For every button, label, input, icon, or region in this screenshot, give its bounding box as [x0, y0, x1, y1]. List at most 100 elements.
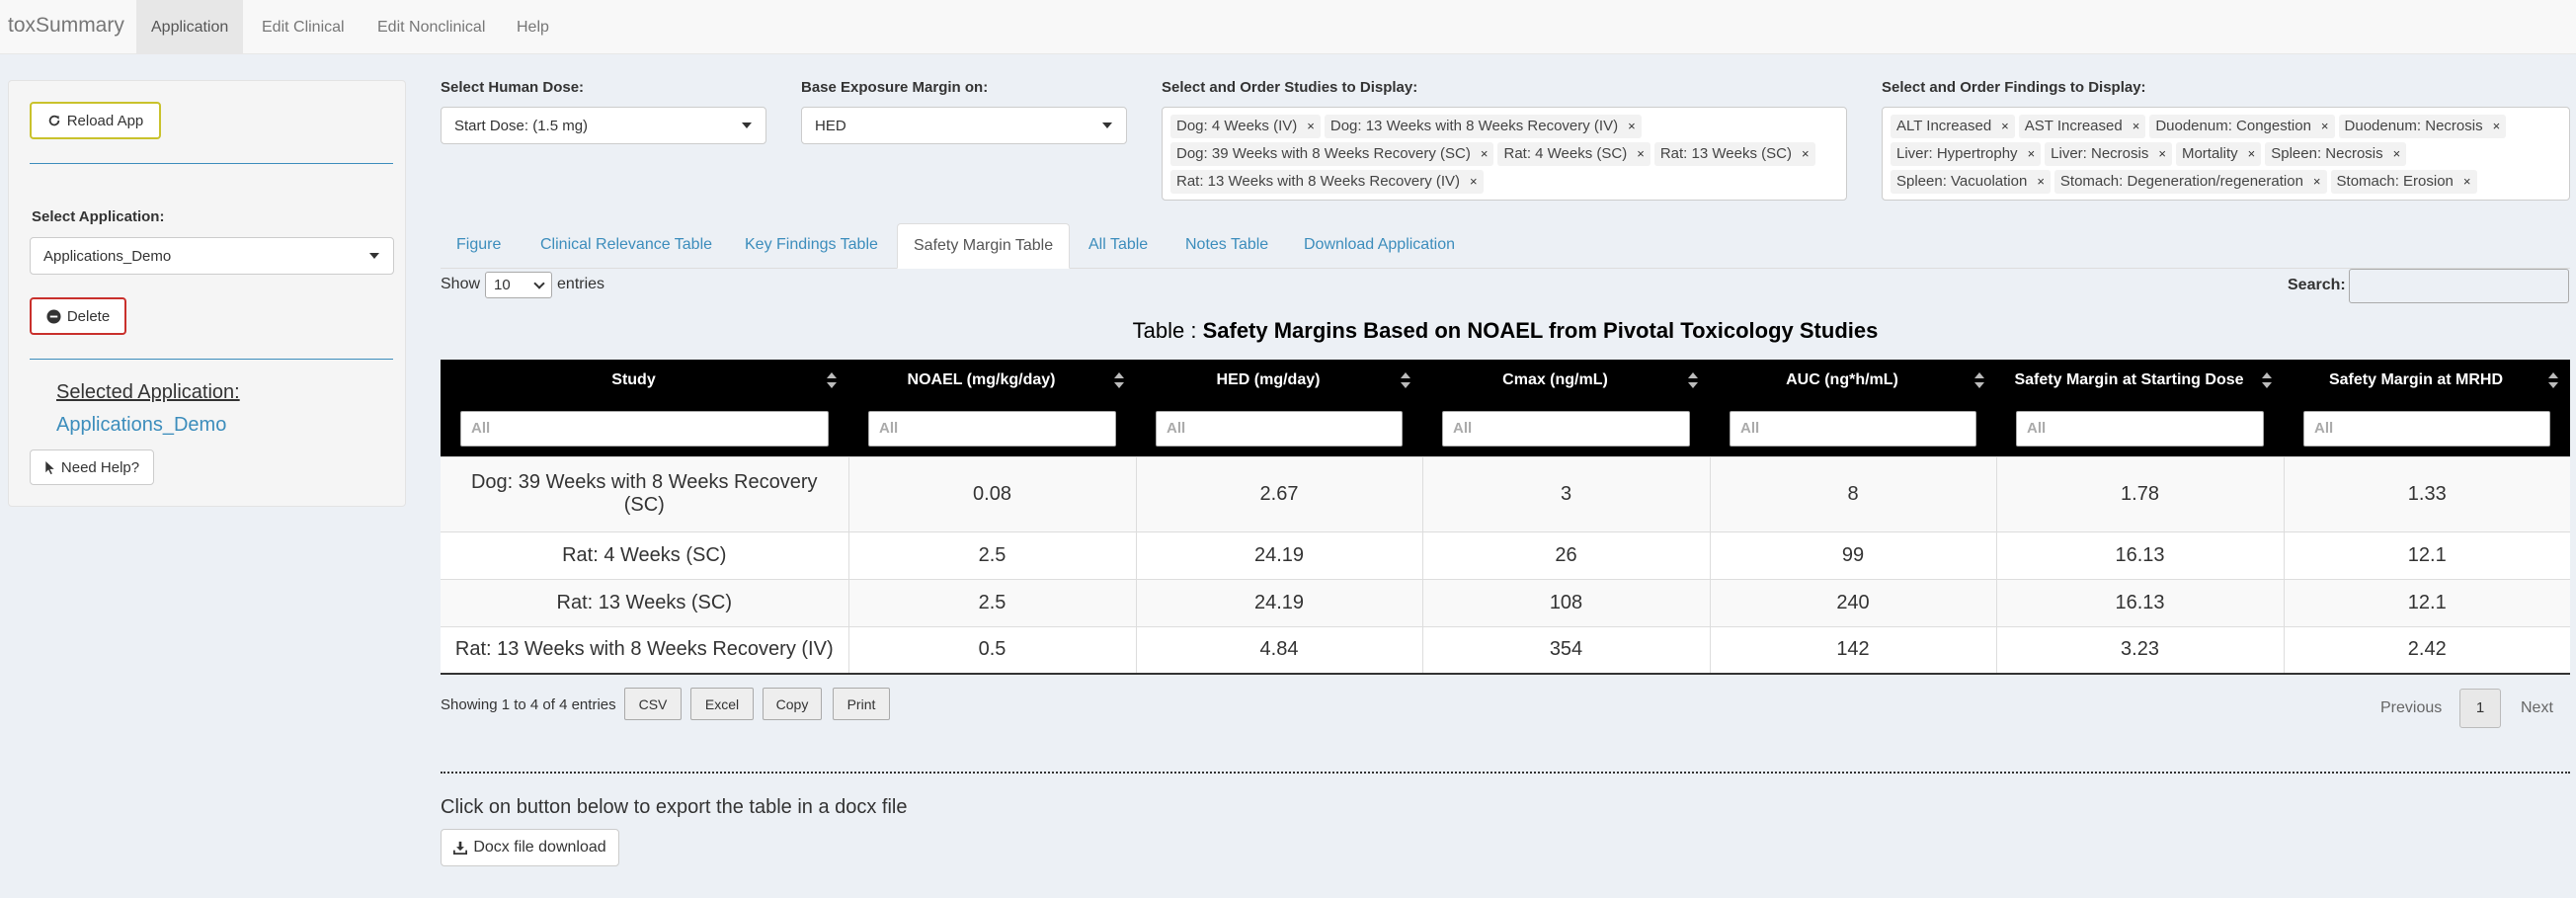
tab-clinical-relevance-table[interactable]: Clinical Relevance Table: [524, 223, 728, 269]
findings-multiselect[interactable]: ALT Increased × AST Increased × Duodenum: …: [1882, 107, 2570, 201]
tab-all-table[interactable]: All Table: [1073, 223, 1164, 269]
tab-notes-table[interactable]: Notes Table: [1169, 223, 1284, 269]
column-header-cmax[interactable]: Cmax (ng/mL): [1422, 360, 1710, 401]
table-cell: 12.1: [2284, 578, 2570, 626]
finding-tag[interactable]: ALT Increased ×: [1891, 115, 2015, 138]
study-tag[interactable]: Rat: 13 Weeks with 8 Weeks Recovery (IV)…: [1170, 170, 1484, 194]
csv-button[interactable]: CSV: [624, 688, 682, 720]
remove-icon[interactable]: ×: [1802, 146, 1810, 161]
table-cell: 240: [1710, 578, 1997, 626]
next-page-button[interactable]: Next: [2521, 689, 2553, 728]
remove-icon[interactable]: ×: [2037, 174, 2045, 189]
previous-page-button[interactable]: Previous: [2380, 689, 2442, 728]
finding-tag[interactable]: Duodenum: Congestion ×: [2149, 115, 2335, 138]
table-info: Showing 1 to 4 of 4 entries: [441, 696, 616, 713]
remove-icon[interactable]: ×: [2463, 174, 2471, 189]
study-tag[interactable]: Rat: 4 Weeks (SC) ×: [1497, 142, 1650, 166]
study-tag[interactable]: Rat: 13 Weeks (SC) ×: [1653, 142, 1815, 166]
table-cell: 2.5: [848, 578, 1137, 626]
docx-download-button[interactable]: Docx file download: [441, 829, 619, 866]
remove-icon[interactable]: ×: [2393, 146, 2401, 161]
print-button[interactable]: Print: [833, 688, 890, 720]
sort-icon: [1974, 372, 1984, 388]
sidebar-panel: Reload App Select Application: Applicati…: [8, 80, 406, 507]
nav-help[interactable]: Help: [502, 0, 564, 54]
remove-icon[interactable]: ×: [1470, 174, 1478, 189]
finding-tag[interactable]: Stomach: Erosion ×: [2330, 170, 2477, 194]
study-tag[interactable]: Dog: 4 Weeks (IV) ×: [1170, 115, 1321, 138]
page-1-button[interactable]: 1: [2459, 689, 2501, 728]
column-filter-input[interactable]: All: [2303, 410, 2550, 447]
download-icon: [453, 841, 468, 855]
column-filter-input[interactable]: All: [2016, 410, 2264, 447]
remove-icon[interactable]: ×: [2493, 119, 2501, 133]
finding-tag[interactable]: Spleen: Vacuolation ×: [1891, 170, 2051, 194]
remove-icon[interactable]: ×: [2248, 146, 2256, 161]
need-help-button[interactable]: Need Help?: [30, 449, 154, 485]
column-header-noael[interactable]: NOAEL (mg/kg/day): [848, 360, 1136, 401]
table-cell: 108: [1422, 578, 1711, 626]
remove-icon[interactable]: ×: [1307, 119, 1315, 133]
finding-tag[interactable]: AST Increased ×: [2018, 115, 2146, 138]
remove-icon[interactable]: ×: [2158, 146, 2166, 161]
nav-application[interactable]: Application: [136, 0, 244, 54]
reload-app-label: Reload App: [66, 112, 144, 129]
column-filter-input[interactable]: All: [1730, 410, 1976, 447]
column-filter-input[interactable]: All: [1156, 410, 1403, 447]
remove-icon[interactable]: ×: [1628, 119, 1636, 133]
base-exposure-select[interactable]: HED: [801, 107, 1127, 144]
table-cell: 99: [1710, 531, 1997, 579]
table-cell: 2.42: [2284, 625, 2570, 675]
remove-icon[interactable]: ×: [1481, 146, 1489, 161]
excel-button[interactable]: Excel: [690, 688, 754, 720]
table-row: Rat: 13 Weeks (SC) 2.5 24.19 108 240 16.…: [441, 578, 2570, 626]
finding-tag[interactable]: Liver: Hypertrophy ×: [1891, 142, 2042, 166]
search-input[interactable]: [2349, 269, 2569, 303]
copy-button[interactable]: Copy: [763, 688, 822, 720]
human-dose-select[interactable]: Start Dose: (1.5 mg): [441, 107, 766, 144]
entries-length-select[interactable]: 10: [485, 271, 553, 298]
column-filter-input[interactable]: All: [460, 410, 829, 447]
finding-tag[interactable]: Spleen: Necrosis ×: [2265, 142, 2407, 166]
reload-app-button[interactable]: Reload App: [30, 102, 161, 139]
column-header-study[interactable]: Study: [441, 360, 848, 401]
table-cell: 3: [1422, 455, 1711, 531]
application-select[interactable]: Applications_Demo: [30, 237, 394, 275]
finding-tag[interactable]: Mortality ×: [2175, 142, 2262, 166]
app-brand[interactable]: toxSummary: [8, 14, 124, 38]
divider: [441, 772, 2570, 774]
delete-button[interactable]: Delete: [30, 297, 126, 335]
remove-icon[interactable]: ×: [2001, 119, 2009, 133]
tab-download-application[interactable]: Download Application: [1288, 223, 1471, 269]
divider: [30, 359, 393, 360]
study-tag[interactable]: Dog: 39 Weeks with 8 Weeks Recovery (SC)…: [1170, 142, 1494, 166]
tab-figure[interactable]: Figure: [441, 223, 517, 269]
tab-key-findings-table[interactable]: Key Findings Table: [729, 223, 894, 269]
remove-icon[interactable]: ×: [2321, 119, 2329, 133]
column-header-auc[interactable]: AUC (ng*h/mL): [1710, 360, 1996, 401]
export-instructions: Click on button below to export the tabl…: [441, 796, 908, 818]
study-tag[interactable]: Dog: 13 Weeks with 8 Weeks Recovery (IV)…: [1324, 115, 1642, 138]
column-filter-input[interactable]: All: [1442, 410, 1690, 447]
remove-icon[interactable]: ×: [1637, 146, 1645, 161]
table-cell: 4.84: [1136, 625, 1423, 675]
sort-icon: [2548, 372, 2558, 388]
sort-icon: [1688, 372, 1698, 388]
nav-edit-clinical[interactable]: Edit Clinical: [247, 0, 360, 54]
remove-icon[interactable]: ×: [2028, 146, 2036, 161]
table-cell: 8: [1710, 455, 1997, 531]
column-header-sm-starting-dose[interactable]: Safety Margin at Starting Dose: [1996, 360, 2284, 401]
tab-safety-margin-table[interactable]: Safety Margin Table: [897, 223, 1071, 269]
chevron-down-icon: [533, 277, 545, 289]
finding-tag[interactable]: Duodenum: Necrosis ×: [2338, 115, 2507, 138]
column-header-hed[interactable]: HED (mg/day): [1136, 360, 1422, 401]
column-filter-input[interactable]: All: [868, 410, 1116, 447]
nav-edit-nonclinical[interactable]: Edit Nonclinical: [362, 0, 500, 54]
column-header-sm-mrhd[interactable]: Safety Margin at MRHD: [2284, 360, 2570, 401]
remove-icon[interactable]: ×: [2133, 119, 2140, 133]
finding-tag[interactable]: Stomach: Degeneration/regeneration ×: [2053, 170, 2327, 194]
studies-multiselect[interactable]: Dog: 4 Weeks (IV) × Dog: 13 Weeks with 8 …: [1162, 107, 1847, 201]
finding-tag[interactable]: Liver: Necrosis ×: [2045, 142, 2172, 166]
navbar: toxSummary Application Edit Clinical Edi…: [0, 0, 2576, 54]
remove-icon[interactable]: ×: [2313, 174, 2321, 189]
